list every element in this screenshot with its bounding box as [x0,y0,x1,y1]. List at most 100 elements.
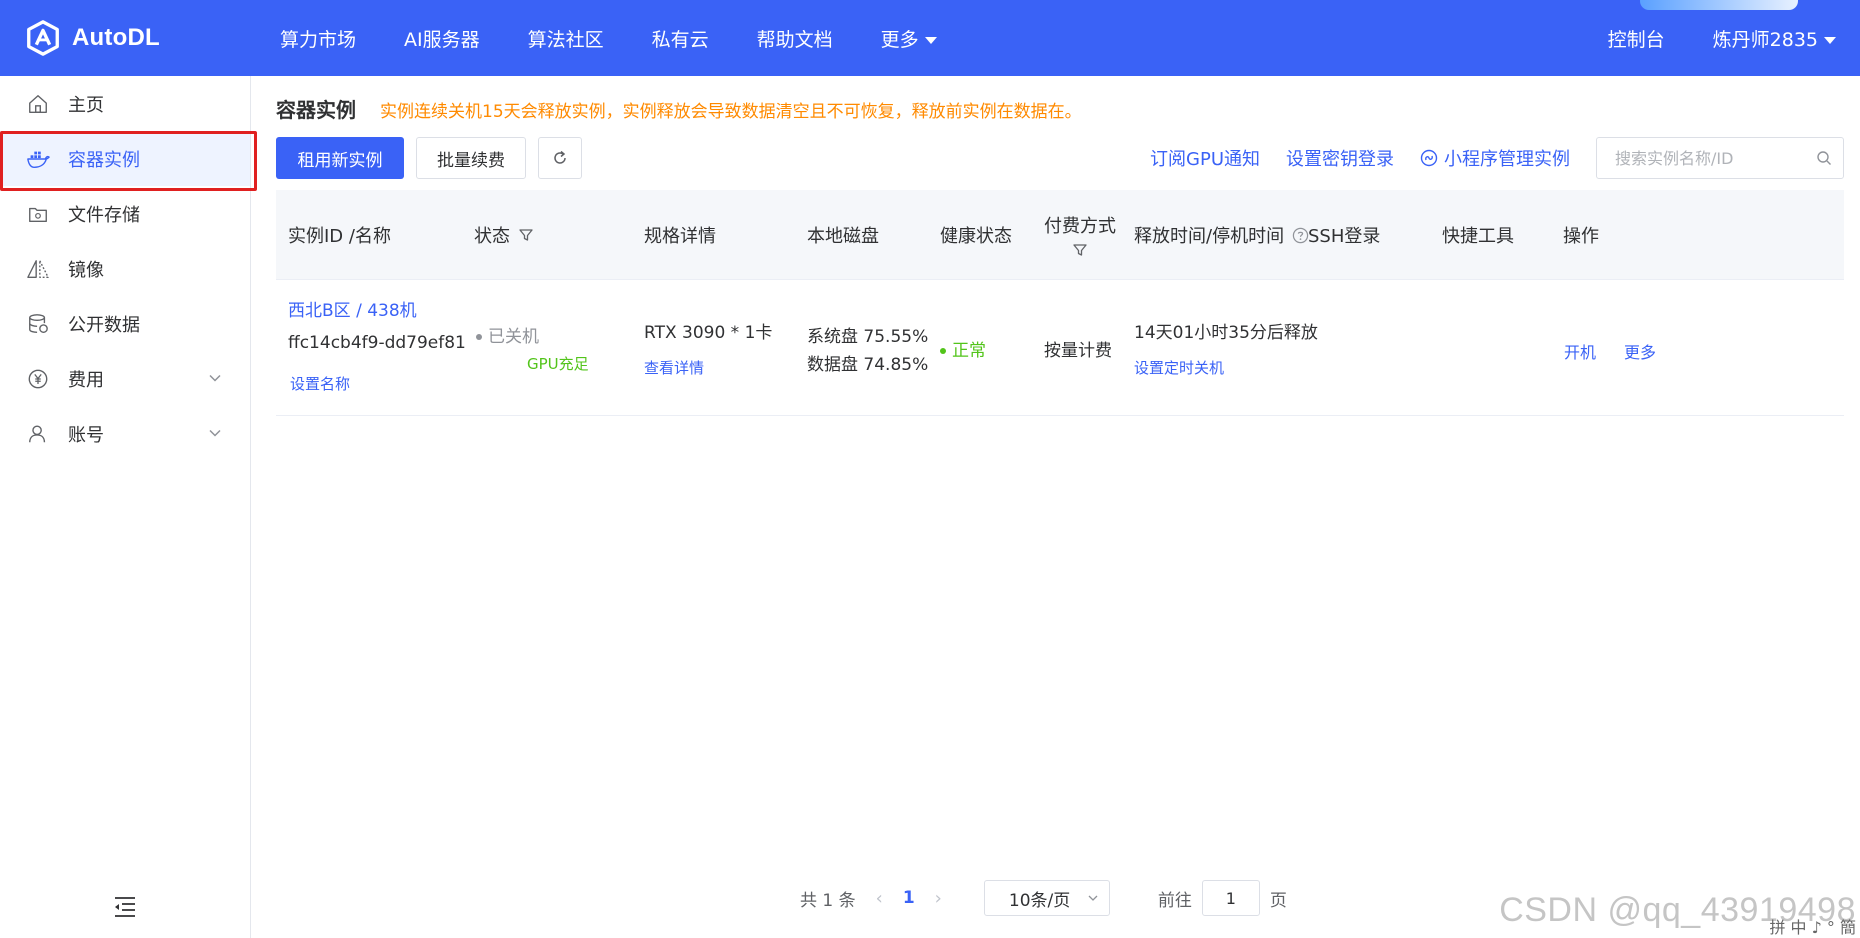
col-header-health: 健康状态 [940,226,1012,247]
caret-down-icon [924,36,937,44]
health-text: 正常 [952,341,986,361]
miniapp-manage-link[interactable]: 小程序管理实例 [1420,145,1570,171]
set-ssh-key-link[interactable]: 设置密钥登录 [1286,145,1394,171]
system-disk-usage: 系统盘 75.55% [807,327,929,347]
set-name-link[interactable]: 设置名称 [290,373,350,394]
prev-page-icon[interactable]: ‹ [876,888,883,909]
page-suffix: 页 [1269,890,1287,911]
sidebar-item-label: 镜像 [68,259,104,281]
autodl-logo-icon [27,20,59,56]
nav-algorithm-community[interactable]: 算法社区 [528,25,604,52]
nav-ai-server[interactable]: AI服务器 [404,25,480,52]
ime-toolbar[interactable]: 拼 中 ♪ ° 簡 [1769,914,1856,938]
col-header-tools: 快捷工具 [1442,226,1514,247]
col-header-pay-label: 付费方式 [1044,216,1116,237]
page-size-value: 10条/页 [1008,890,1071,911]
col-header-disk: 本地磁盘 [807,226,879,247]
power-on-button[interactable]: 开机 [1564,339,1596,363]
collapse-sidebar-icon[interactable] [112,894,138,920]
chevron-down-icon [209,429,221,437]
mirror-icon [26,257,50,281]
set-scheduled-shutdown-link[interactable]: 设置定时关机 [1134,357,1224,378]
sidebar-item-public-data[interactable]: 公开数据 [0,296,250,351]
home-icon [26,92,50,116]
sidebar-item-label: 容器实例 [68,149,140,171]
table-row: 西北B区 / 438机 ffc14cb4f9-dd79ef81 设置名称 已关机… [276,280,1844,416]
instance-region-link[interactable]: 西北B区 / 438机 [288,296,417,321]
health-status: 正常 [940,336,986,361]
instance-search-input[interactable] [1596,137,1844,179]
help-circle-icon[interactable] [1292,227,1309,244]
gpu-spec: RTX 3090 * 1卡 [644,323,773,343]
col-header-pay[interactable]: 付费方式 [1044,190,1116,280]
rent-new-instance-button[interactable]: 租用新实例 [276,137,404,179]
sidebar-item-label: 主页 [68,94,104,116]
sidebar-item-label: 账号 [68,424,104,446]
data-disk-usage: 数据盘 74.85% [807,355,929,375]
sidebar: 主页 容器实例 文件存储 镜像 公开数据 费用 账号 [0,76,251,938]
autodl-logo[interactable]: AutoDL [24,18,160,58]
sidebar-item-container-instances[interactable]: 容器实例 [0,131,250,186]
total-count: 共 1 条 [800,890,856,911]
database-icon [26,312,50,336]
view-details-link[interactable]: 查看详情 [644,357,704,378]
main-content: 容器实例 实例连续关机15天会释放实例，实例释放会导致数据清空且不可恢复，释放前… [252,76,1860,938]
pagination: 共 1 条 ‹ 1 › 10条/页 前往 页 [800,880,1287,916]
username: 炼丹师2835 [1712,28,1818,51]
goto-label: 前往 [1157,890,1192,911]
release-warning: 实例连续关机15天会释放实例，实例释放会导致数据清空且不可恢复，释放前实例在数据… [380,102,1082,122]
col-header-ops: 操作 [1563,226,1599,247]
goto-page-input[interactable] [1201,880,1260,916]
col-header-spec: 规格详情 [644,226,716,247]
miniapp-manage-label: 小程序管理实例 [1444,149,1570,170]
chevron-down-icon [1088,895,1098,901]
console-link[interactable]: 控制台 [1608,25,1665,52]
chevron-down-icon [209,374,221,382]
gpu-availability: GPU充足 [527,355,589,373]
next-page-icon[interactable]: › [935,888,942,909]
status-badge: 已关机 [476,322,539,347]
logo-text: AutoDL [72,24,160,51]
col-header-release: 释放时间/停机时间 [1134,190,1309,280]
current-page[interactable]: 1 [903,888,915,908]
col-header-status[interactable]: 状态 [474,190,534,280]
col-header-ssh: SSH登录 [1308,226,1381,247]
instances-table: 实例ID /名称 状态 规格详情 本地磁盘 健康状态 付费方式 释放时间/停机时… [276,190,1844,416]
sidebar-item-account[interactable]: 账号 [0,406,250,461]
refresh-icon [554,150,566,164]
filter-icon[interactable] [1072,242,1088,258]
top-navbar: AutoDL 算力市场 AI服务器 算法社区 私有云 帮助文档 更多 控制台 炼… [0,0,1860,76]
filter-icon[interactable] [518,227,534,243]
status-text: 已关机 [488,327,539,347]
sidebar-item-home[interactable]: 主页 [0,76,250,131]
sidebar-item-mirror[interactable]: 镜像 [0,241,250,296]
more-actions-button[interactable]: 更多 [1624,339,1656,363]
status-dot [476,334,482,340]
col-header-id: 实例ID /名称 [288,226,391,247]
nav-private-cloud[interactable]: 私有云 [652,25,709,52]
miniapp-icon [1420,149,1438,167]
sidebar-item-file-storage[interactable]: 文件存储 [0,186,250,241]
instance-id: ffc14cb4f9-dd79ef81 [288,333,466,353]
col-header-release-label: 释放时间/停机时间 [1134,226,1285,247]
health-dot [940,348,946,354]
nav-compute-market[interactable]: 算力市场 [280,25,356,52]
billing-type: 按量计费 [1044,341,1112,361]
search-icon[interactable] [1816,150,1832,166]
nav-more-label: 更多 [880,28,919,51]
sidebar-item-label: 费用 [68,369,104,391]
caret-down-icon [1824,36,1836,44]
page-size-select[interactable]: 10条/页 [983,880,1110,916]
toolbar-links: 订阅GPU通知 设置密钥登录 小程序管理实例 [1124,137,1570,179]
title-row: 容器实例 实例连续关机15天会释放实例，实例释放会导致数据清空且不可恢复，释放前… [276,94,1082,123]
yuan-icon [26,367,50,391]
user-menu[interactable]: 炼丹师2835 [1713,25,1836,52]
main-nav: 算力市场 AI服务器 算法社区 私有云 帮助文档 更多 [256,0,961,76]
sidebar-item-fees[interactable]: 费用 [0,351,250,406]
batch-renew-button[interactable]: 批量续费 [416,137,526,179]
refresh-button[interactable] [538,137,582,179]
col-header-status-label: 状态 [474,226,510,247]
nav-more[interactable]: 更多 [881,25,937,52]
subscribe-gpu-notify-link[interactable]: 订阅GPU通知 [1150,145,1260,171]
nav-help-docs[interactable]: 帮助文档 [757,25,833,52]
